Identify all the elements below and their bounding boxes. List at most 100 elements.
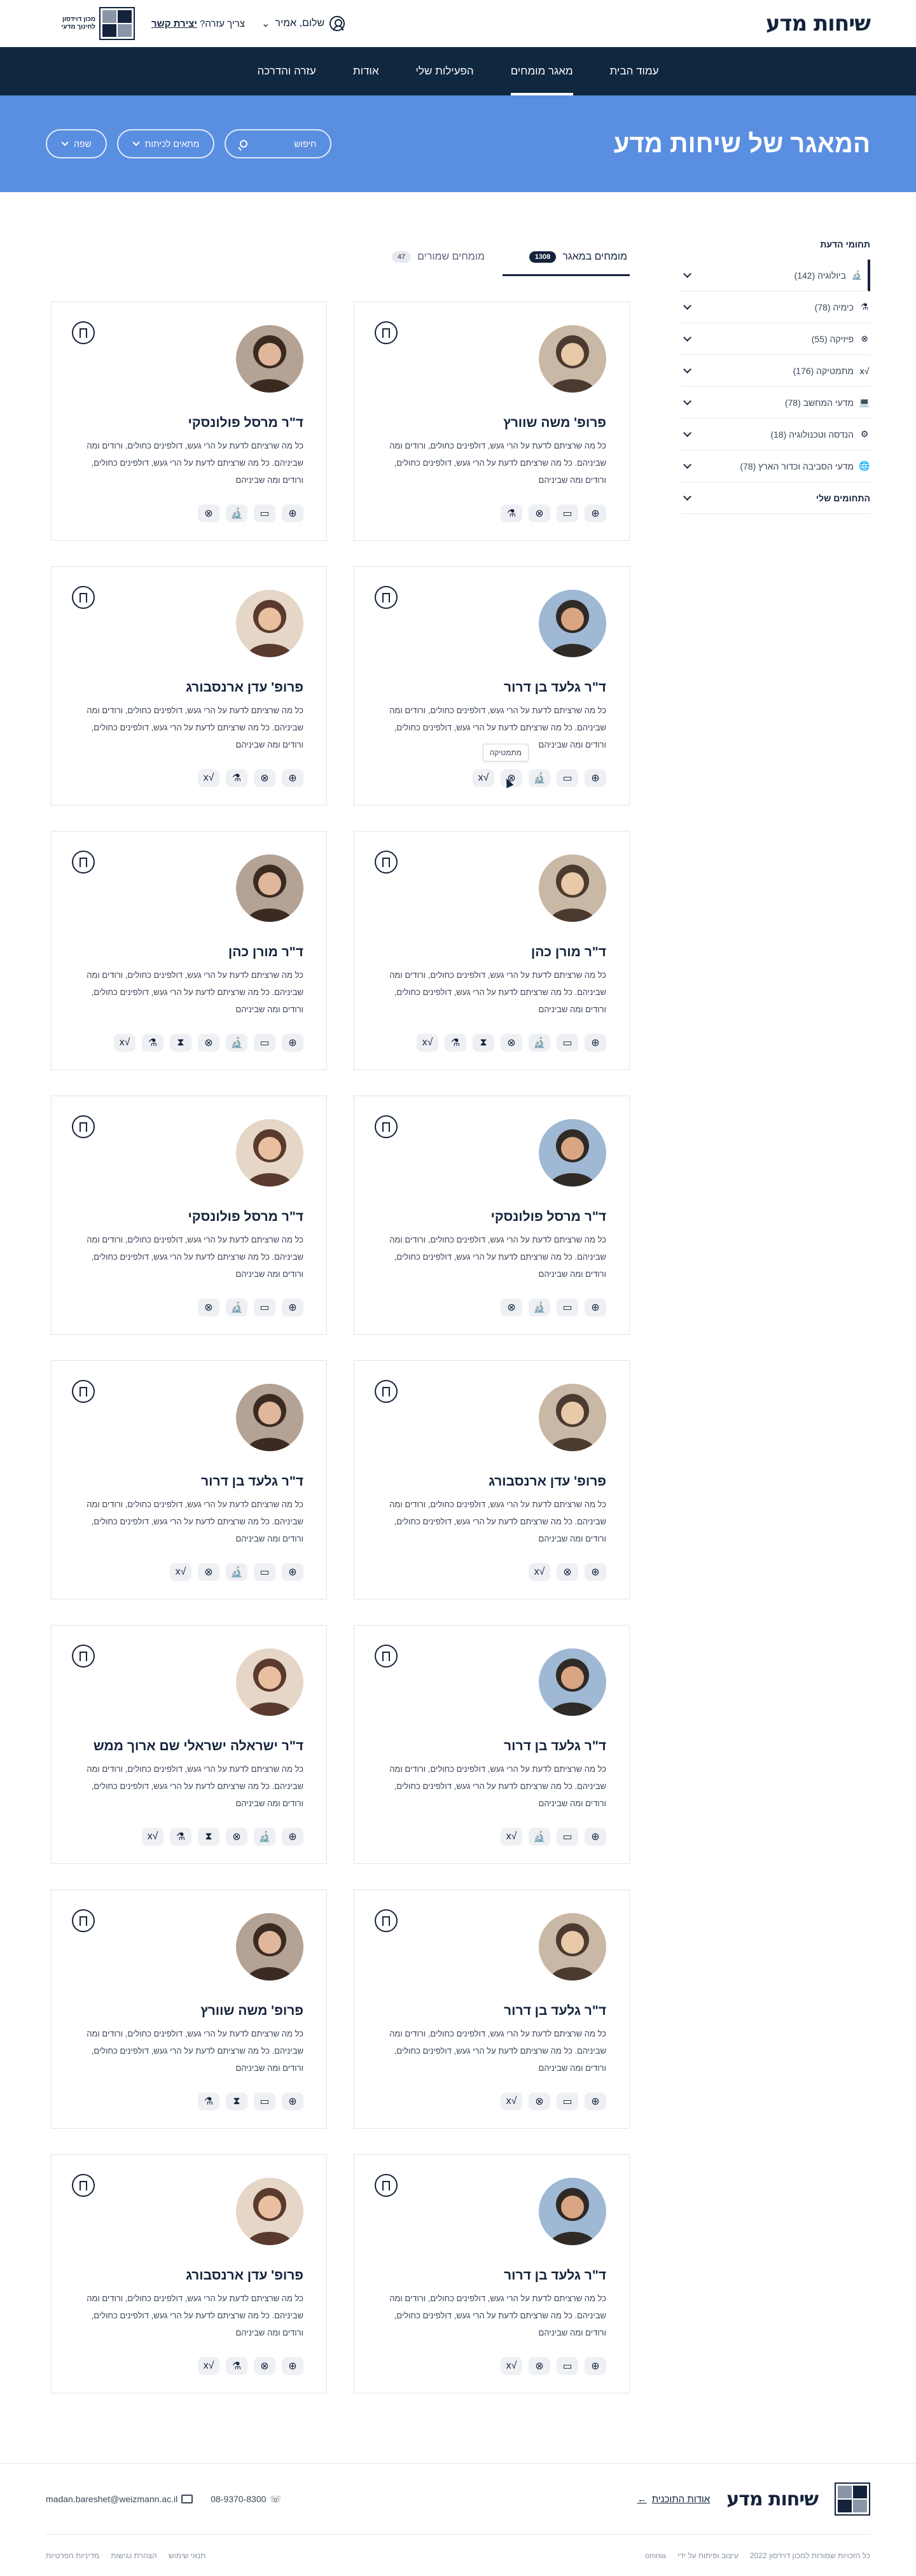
expert-card[interactable]: ד"ר גלעד בן דרור כל מה שרציתם לדעת על הר… [354,1625,630,1864]
globe-icon[interactable]: ⊕ [585,1298,606,1316]
laptop-icon[interactable]: ▭ [557,2092,578,2110]
sqrt-icon[interactable]: √x [170,1563,191,1581]
bookmark-button[interactable] [375,851,398,874]
chevron-down-icon[interactable] [683,461,691,469]
sqrt-icon[interactable]: √x [473,769,494,787]
nav-experts[interactable]: מאגר מומחים [510,47,573,95]
globe-icon[interactable]: ⊕ [282,1828,303,1846]
sidebar-item-chemistry[interactable]: ⚗ כימיה (78) [681,291,870,323]
microscope-icon[interactable]: 🔬 [226,1034,247,1052]
sidebar-item-computer-science[interactable]: 💻 מדעי המחשב (78) [681,387,870,419]
privacy-link[interactable]: מדיניות הפרטיות [46,2551,99,2560]
email-contact[interactable]: madan.bareshet@weizmann.ac.il [46,2494,193,2504]
sidebar-item-math[interactable]: √x מתמטיקה (176) [681,355,870,387]
laptop-icon[interactable]: ▭ [557,769,578,787]
atom-icon[interactable]: ⊗ [198,505,219,522]
atom-icon[interactable]: ⊗ [198,1563,219,1581]
chevron-down-icon[interactable] [683,333,691,342]
nav-help[interactable]: עזרה והדרכה [257,47,316,95]
sidebar-item-biology[interactable]: 🔬 ביולוגיה (142) [681,260,870,291]
chevron-down-icon[interactable] [683,365,691,373]
expert-name[interactable]: ד"ר ישראלה ישראלי שם ארוך ממש [74,1739,303,1754]
bookmark-button[interactable] [375,2174,398,2197]
hourglass-icon[interactable]: ⧗ [226,2092,247,2110]
atom-icon[interactable]: ⊗ [529,505,550,522]
hourglass-icon[interactable]: ⧗ [198,1828,219,1846]
sqrt-icon[interactable]: √x [501,2092,522,2110]
atom-icon[interactable]: ⊗ [501,1298,522,1316]
omnia-credit-logo[interactable]: omnia [645,2551,666,2560]
bookmark-button[interactable] [72,2174,95,2197]
expert-name[interactable]: ד"ר מרסל פולונסקי [377,1209,607,1225]
expert-card[interactable]: ד"ר גלעד בן דרור כל מה שרציתם לדעת על הר… [354,1890,630,2129]
laptop-icon[interactable]: ▭ [254,1298,275,1316]
expert-name[interactable]: ד"ר גלעד בן דרור [377,2268,606,2283]
terms-link[interactable]: תנאי שימוש [169,2551,206,2560]
microscope-icon[interactable]: 🔬 [529,1034,550,1052]
about-program-link[interactable]: אודות התוכנית ← [637,2494,711,2505]
bookmark-button[interactable] [375,1115,398,1138]
flask-icon[interactable]: ⚗ [226,2357,247,2375]
expert-card[interactable]: פרופ' משה שוורץ כל מה שרציתם לדעת על הרי… [354,302,630,541]
search-input[interactable]: חיפוש [225,129,332,158]
laptop-icon[interactable]: ▭ [557,1298,578,1316]
expert-name[interactable]: ד"ר גלעד בן דרור [74,1474,303,1489]
sidebar-item-engineering[interactable]: ⚙ הנדסה וטכנולוגיה (18) [681,419,870,450]
expert-name[interactable]: ד"ר מורן כהן [377,945,606,960]
microscope-icon[interactable]: 🔬 [254,1828,275,1846]
microscope-icon[interactable]: 🔬 [226,1298,247,1316]
expert-card[interactable]: ד"ר מרסל פולונסקי כל מה שרציתם לדעת על ה… [51,302,327,541]
expert-card[interactable]: פרופ' עדן ארנסבורג כל מה שרציתם לדעת על … [51,2154,327,2393]
expert-name[interactable]: ד"ר מרסל פולונסקי [74,1209,304,1225]
laptop-icon[interactable]: ▭ [254,1563,275,1581]
accessibility-link[interactable]: הצהרת נגישות [111,2551,156,2560]
laptop-icon[interactable]: ▭ [254,1034,275,1052]
bookmark-button[interactable] [72,586,95,609]
hourglass-icon[interactable]: ⧗ [170,1034,191,1052]
microscope-icon[interactable]: 🔬 [529,769,550,787]
nav-my-activity[interactable]: הפעילות שלי [416,47,474,95]
expert-card[interactable]: פרופ' עדן ארנסבורג כל מה שרציתם לדעת על … [354,1360,630,1599]
chevron-down-icon[interactable] [683,270,691,278]
nav-about[interactable]: אודות [353,47,379,95]
footer-site-brand[interactable]: שיחות מדע [726,2488,819,2510]
sqrt-icon[interactable]: √x [529,1563,550,1581]
globe-icon[interactable]: ⊕ [282,1298,303,1316]
bookmark-button[interactable] [72,1380,95,1403]
expert-card[interactable]: ד"ר ישראלה ישראלי שם ארוך ממש כל מה שרצי… [51,1625,327,1864]
hourglass-icon[interactable]: ⧗ [473,1034,494,1052]
bookmark-button[interactable] [375,1645,398,1667]
expert-card[interactable]: ד"ר מרסל פולונסקי כל מה שרציתם לדעת על ה… [51,1096,327,1335]
expert-card[interactable]: ד"ר מורן כהן כל מה שרציתם לדעת על הרי גע… [354,831,630,1070]
atom-icon[interactable]: ⊗ [501,1034,522,1052]
nav-home[interactable]: עמוד הבית [610,47,659,95]
bookmark-button[interactable] [375,586,398,609]
sqrt-icon[interactable]: √x [198,2357,219,2375]
grade-filter-dropdown[interactable]: מתאים לכיתות [116,129,215,158]
laptop-icon[interactable]: ▭ [557,2357,578,2375]
site-brand[interactable]: שיחות מדע [766,11,871,36]
laptop-icon[interactable]: ▭ [557,1034,578,1052]
bookmark-button[interactable] [72,1645,95,1667]
globe-icon[interactable]: ⊕ [282,505,303,522]
chevron-down-icon[interactable] [683,492,691,501]
laptop-icon[interactable]: ▭ [557,1828,578,1846]
expert-name[interactable]: פרופ' משה שוורץ [74,2003,303,2019]
globe-icon[interactable]: ⊕ [585,769,606,787]
bookmark-button[interactable] [72,1115,95,1138]
bookmark-button[interactable] [72,1909,95,1932]
phone-contact[interactable]: ☏ 08-9370-8300 [211,2494,281,2505]
laptop-icon[interactable]: ▭ [557,505,578,522]
globe-icon[interactable]: ⊕ [585,2357,606,2375]
flask-icon[interactable]: ⚗ [170,1828,191,1846]
bookmark-button[interactable] [375,1909,398,1932]
flask-icon[interactable]: ⚗ [501,505,522,522]
globe-icon[interactable]: ⊕ [585,2092,606,2110]
expert-name[interactable]: ד"ר מורן כהן [74,945,303,960]
expert-card[interactable]: ד"ר גלעד בן דרור כל מה שרציתם לדעת על הר… [354,2154,630,2393]
globe-icon[interactable]: ⊕ [282,2357,303,2375]
atom-icon[interactable]: ⊗ [557,1563,578,1581]
atom-icon[interactable]: ⊗ מתמטיקה [482,744,529,788]
atom-icon[interactable]: ⊗ [198,1034,219,1052]
expert-name[interactable]: ד"ר גלעד בן דרור [377,1739,606,1754]
